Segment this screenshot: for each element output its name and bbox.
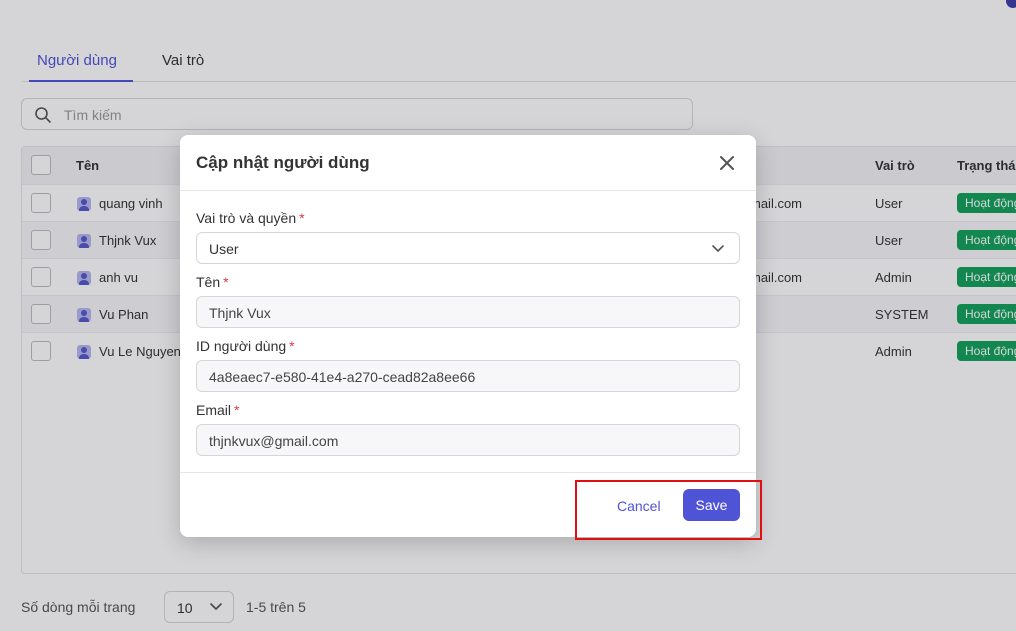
email-field (196, 424, 740, 456)
dialog-header: Cập nhật người dùng (180, 135, 756, 191)
user-id-label-text: ID người dùng (196, 338, 287, 354)
chevron-down-icon (712, 245, 724, 252)
user-id-input[interactable] (209, 367, 709, 387)
close-icon[interactable] (716, 152, 738, 174)
role-label-text: Vai trò và quyền (196, 210, 297, 226)
required-mark: * (299, 210, 305, 226)
highlight-box (575, 480, 762, 540)
role-field-label: Vai trò và quyền * (196, 210, 305, 226)
email-field-label: Email * (196, 402, 239, 418)
email-input[interactable] (209, 431, 709, 451)
email-label-text: Email (196, 402, 232, 418)
user-id-field-label: ID người dùng * (196, 338, 295, 354)
role-select-value: User (209, 241, 239, 257)
dialog-title: Cập nhật người dùng (196, 153, 370, 172)
user-id-field (196, 360, 740, 392)
role-select[interactable]: User (196, 232, 740, 264)
required-mark: * (223, 274, 229, 290)
name-input[interactable] (209, 303, 709, 323)
dialog-footer-divider (180, 472, 756, 473)
required-mark: * (234, 402, 240, 418)
name-field-label: Tên * (196, 274, 229, 290)
required-mark: * (289, 338, 295, 354)
name-field (196, 296, 740, 328)
name-label-text: Tên (196, 274, 221, 290)
update-user-dialog: Cập nhật người dùng Vai trò và quyền * Us… (180, 135, 756, 537)
